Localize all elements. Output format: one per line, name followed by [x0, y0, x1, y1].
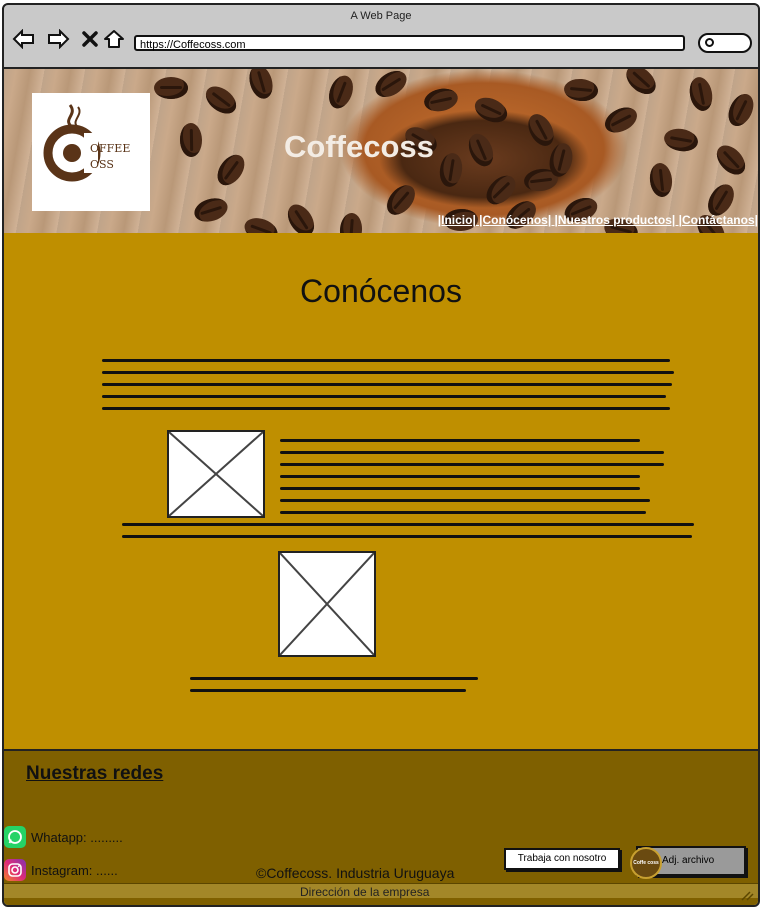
- image-placeholder: [167, 430, 265, 518]
- placeholder-text-line: [280, 439, 640, 442]
- main-navigation[interactable]: |Inicio| |Conócenos| |Nuestros productos…: [438, 213, 758, 227]
- forward-arrow-icon[interactable]: [46, 27, 70, 51]
- footer-title: Nuestras redes: [26, 763, 164, 784]
- coffee-bean: [179, 122, 203, 158]
- placeholder-text-line: [102, 407, 670, 410]
- coffee-bean: [200, 80, 242, 120]
- work-with-us-button[interactable]: Trabaja con nosotro: [504, 848, 620, 870]
- address-bar[interactable]: https://Coffecoss.com: [134, 35, 685, 51]
- coffee-bean: [523, 109, 559, 151]
- brand-logo[interactable]: OFFEE OSS: [32, 93, 150, 211]
- coffee-bean: [437, 151, 465, 189]
- coffee-bean: [662, 126, 700, 154]
- coffee-bean: [212, 149, 250, 191]
- resize-grip-icon[interactable]: [740, 891, 754, 901]
- coffee-bean: [711, 140, 751, 180]
- coffee-bean: [563, 77, 599, 103]
- company-address: Dirección de la empresa: [300, 885, 430, 899]
- coffee-bean: [686, 75, 716, 113]
- copyright: ©Coffecoss. Industria Uruguaya: [256, 865, 455, 881]
- placeholder-text-line: [280, 487, 640, 490]
- search-box[interactable]: [698, 33, 752, 53]
- back-arrow-icon[interactable]: [12, 27, 36, 51]
- instagram-icon: [4, 859, 26, 881]
- placeholder-text-line: [102, 371, 674, 374]
- placeholder-text-line: [280, 499, 650, 502]
- coffee-bean: [481, 170, 521, 210]
- coffee-bean: [282, 199, 320, 235]
- search-icon: [705, 38, 714, 47]
- coffee-bean: [324, 72, 358, 112]
- browser-toolbar: https://Coffecoss.com: [4, 25, 758, 65]
- placeholder-text-line: [280, 511, 646, 514]
- logo-text-top: OFFEE: [90, 142, 130, 155]
- home-icon[interactable]: [102, 27, 126, 51]
- coffee-bean: [470, 92, 512, 128]
- placeholder-text-line: [280, 451, 664, 454]
- placeholder-text-line: [102, 395, 666, 398]
- placeholder-text-line: [190, 689, 466, 692]
- whatsapp-link[interactable]: Whatapp: .........: [4, 826, 123, 848]
- instagram-link[interactable]: Instagram: ......: [4, 859, 118, 881]
- coffee-bean: [648, 161, 674, 199]
- placeholder-text-line: [280, 463, 664, 466]
- attach-logo-icon: Coffe coss: [630, 847, 662, 879]
- about-section: Conócenos: [4, 233, 758, 751]
- stop-icon[interactable]: [78, 27, 102, 51]
- coffee-bean: [600, 102, 642, 138]
- coffee-bean: [464, 130, 498, 170]
- placeholder-text-line: [190, 677, 478, 680]
- coffee-bean: [370, 69, 412, 103]
- window-title: A Web Page: [350, 10, 412, 22]
- coffee-bean: [154, 77, 188, 99]
- placeholder-text-line: [122, 523, 694, 526]
- coffee-bean: [723, 89, 758, 131]
- placeholder-text-line: [102, 359, 670, 362]
- page-title: Conócenos: [300, 273, 462, 309]
- whatsapp-icon: [4, 826, 26, 848]
- footer: Nuestras redes Whatapp: ......... Instag…: [4, 751, 758, 905]
- brand-name: Coffecoss: [284, 129, 434, 164]
- logo-text-bottom: OSS: [90, 158, 114, 171]
- instagram-label: Instagram: ......: [31, 862, 118, 878]
- coffee-bean: [245, 69, 277, 102]
- coffee-bean: [191, 194, 231, 226]
- whatsapp-label: Whatapp: .........: [31, 829, 123, 845]
- placeholder-text-line: [122, 535, 692, 538]
- coffee-bean: [621, 69, 661, 100]
- placeholder-text-line: [280, 475, 640, 478]
- browser-window: A Web Page https://Coffecoss.com OFFEE O…: [2, 3, 760, 907]
- placeholder-text-line: [102, 383, 672, 386]
- image-placeholder: [278, 551, 376, 657]
- hero-banner: OFFEE OSS Coffecoss |Inicio| |Conócenos|…: [4, 67, 758, 237]
- coffee-bean: [422, 85, 460, 115]
- coffee-bean: [381, 179, 421, 221]
